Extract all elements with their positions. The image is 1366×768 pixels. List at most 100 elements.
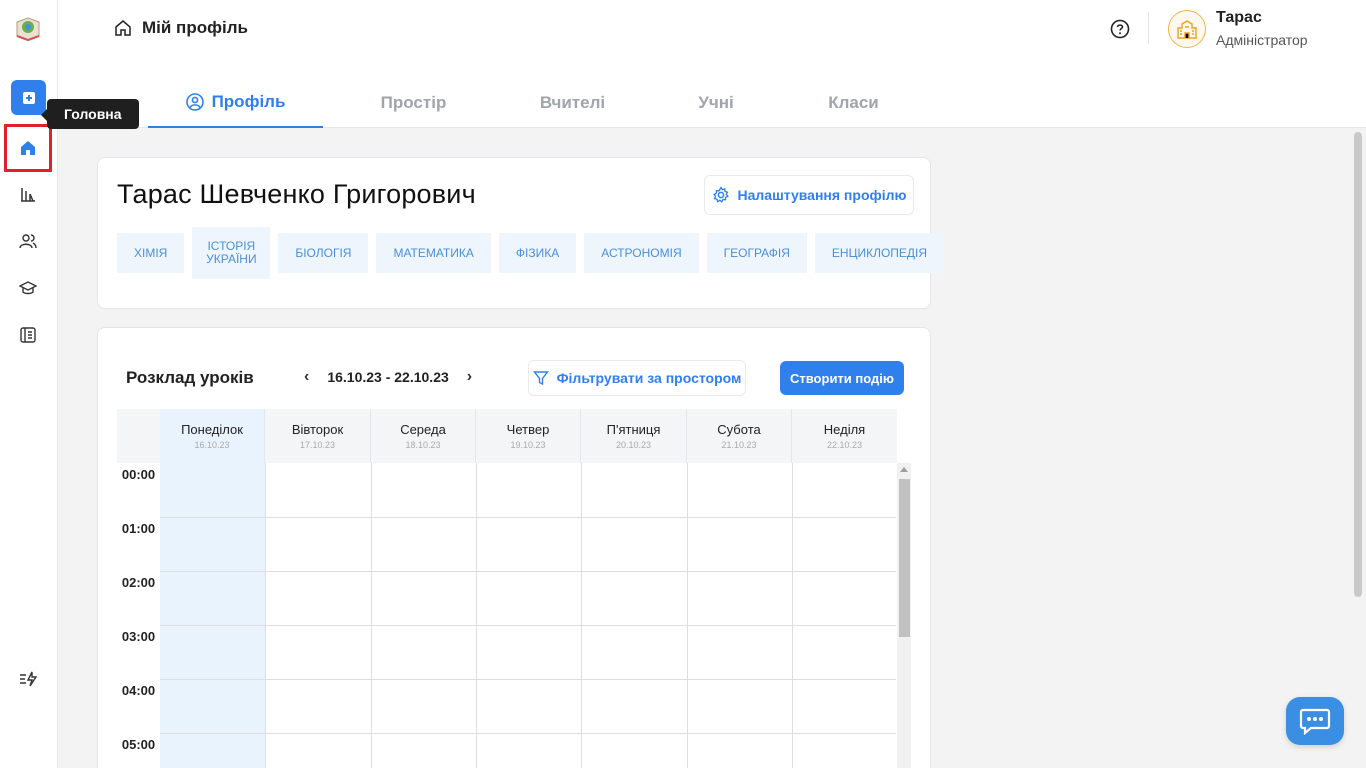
- day-date: 19.10.23: [510, 440, 546, 450]
- hour-label: 05:00: [121, 737, 156, 752]
- chat-button[interactable]: [1286, 697, 1344, 745]
- tab-students[interactable]: Учні: [641, 78, 791, 128]
- day-header: Четвер 19.10.23: [476, 409, 581, 463]
- grid-line: [160, 733, 896, 734]
- day-header: Субота 21.10.23: [687, 409, 792, 463]
- tabs: Профіль Простір Вчителі Учні Класи: [148, 78, 916, 128]
- sidebar-item-stats[interactable]: [14, 180, 42, 208]
- day-header: Середа 18.10.23: [371, 409, 476, 463]
- tab-profile-label: Профіль: [211, 92, 286, 111]
- subject-chip[interactable]: ЕНЦИКЛОПЕДІЯ: [814, 233, 945, 273]
- home-outline-icon[interactable]: [114, 19, 132, 37]
- profile-name: Тарас Шевченко Григорович: [117, 179, 476, 209]
- profile-card: Тарас Шевченко Григорович Налаштування п…: [97, 157, 945, 309]
- grid-line: [160, 571, 896, 572]
- sidebar-item-users[interactable]: [14, 227, 42, 255]
- day-date: 20.10.23: [615, 440, 652, 450]
- header: Мій профіль Тарас Адміністратор Профіль …: [58, 0, 1366, 128]
- chevron-right-icon[interactable]: ›: [467, 368, 472, 386]
- day-date: 22.10.23: [826, 440, 863, 450]
- subject-chip[interactable]: ГЕОГРАФІЯ: [706, 233, 807, 273]
- help-icon[interactable]: [1110, 19, 1130, 39]
- tab-classes-label: Класи: [828, 93, 879, 112]
- header-divider: [1148, 12, 1149, 44]
- grid-line: [792, 463, 793, 768]
- day-name: Неділя: [823, 422, 866, 437]
- schedule-title: Розклад уроків: [126, 368, 254, 387]
- tab-teachers-label: Вчителі: [539, 93, 606, 112]
- time-column-header: [117, 409, 160, 463]
- graduation-cap-icon: [19, 281, 37, 295]
- day-name: Субота: [717, 422, 761, 437]
- sidebar-item-journal[interactable]: [14, 321, 42, 349]
- day-name: Понеділок: [181, 422, 243, 437]
- school-logo-icon[interactable]: [14, 14, 42, 42]
- sidebar-item-classes[interactable]: [14, 274, 42, 302]
- grid-line: [265, 463, 266, 768]
- user-name[interactable]: Тарас: [1216, 9, 1262, 27]
- add-icon: [22, 91, 35, 104]
- user-circle-icon: [185, 93, 204, 111]
- tab-students-label: Учні: [698, 93, 734, 112]
- filter-icon: [532, 371, 549, 386]
- day-name: Четвер: [506, 422, 550, 437]
- users-icon: [19, 234, 37, 249]
- subject-chip[interactable]: ФІЗИКА: [498, 233, 577, 273]
- updates-icon: [20, 671, 37, 687]
- subject-chip[interactable]: АСТРОНОМІЯ: [584, 233, 699, 273]
- grid-line: [581, 463, 582, 768]
- breadcrumb: Мій профіль: [114, 18, 248, 38]
- subject-chip[interactable]: БІОЛОГІЯ: [278, 233, 369, 273]
- day-date: 21.10.23: [721, 440, 757, 450]
- day-name: Вівторок: [291, 422, 344, 437]
- day-name: Середа: [400, 422, 446, 437]
- sidebar-item-updates[interactable]: [14, 665, 42, 693]
- school-building-icon: [1177, 20, 1197, 39]
- grid-line: [687, 463, 688, 768]
- filter-label: Фільтрувати за простором: [556, 370, 742, 386]
- grid-line: [160, 625, 896, 626]
- subject-list: ХІМІЯ ІСТОРІЯ УКРАЇНИ БІОЛОГІЯ МАТЕМАТИК…: [117, 227, 945, 279]
- user-role: Адміністратор: [1216, 32, 1308, 48]
- tab-space-label: Простір: [380, 93, 447, 112]
- subject-chip[interactable]: ХІМІЯ: [117, 233, 185, 273]
- tab-classes[interactable]: Класи: [791, 78, 916, 128]
- gear-icon: [712, 186, 729, 203]
- today-column: [160, 463, 265, 768]
- chevron-left-icon[interactable]: ‹: [304, 368, 309, 386]
- day-header: Вівторок 17.10.23: [265, 409, 371, 463]
- hour-label: 00:00: [121, 467, 156, 482]
- day-header: П'ятниця 20.10.23: [581, 409, 687, 463]
- profile-settings-label: Налаштування профілю: [737, 187, 907, 203]
- day-name: П'ятниця: [606, 422, 661, 437]
- schedule-grid: Понеділок 16.10.23 Вівторок 17.10.23 Сер…: [117, 409, 913, 768]
- journal-icon: [20, 327, 36, 343]
- scroll-up-icon[interactable]: [900, 467, 908, 472]
- grid-line: [476, 463, 477, 768]
- sidebar-item-home[interactable]: [14, 134, 42, 162]
- create-event-button[interactable]: Створити подію: [780, 361, 904, 395]
- day-header: Неділя 22.10.23: [792, 409, 897, 463]
- day-date: 16.10.23: [194, 440, 230, 450]
- tab-teachers[interactable]: Вчителі: [504, 78, 641, 128]
- grid-line: [160, 679, 896, 680]
- home-icon: [21, 141, 35, 155]
- profile-settings-button[interactable]: Налаштування профілю: [704, 175, 914, 215]
- hour-label: 04:00: [121, 683, 156, 698]
- schedule-card: Розклад уроків ‹ 16.10.23 - 22.10.23 › Ф…: [97, 327, 931, 768]
- page-title: Мій профіль: [142, 18, 248, 37]
- scrollbar-thumb[interactable]: [899, 479, 910, 637]
- grid-line: [371, 463, 372, 768]
- subject-chip[interactable]: ІСТОРІЯ УКРАЇНИ: [192, 227, 271, 279]
- chat-icon: [1299, 708, 1331, 735]
- page-scrollbar[interactable]: [1354, 132, 1362, 597]
- subject-chip[interactable]: МАТЕМАТИКА: [376, 233, 491, 273]
- schedule-scrollbar[interactable]: [897, 463, 911, 768]
- tab-space[interactable]: Простір: [323, 78, 504, 128]
- avatar[interactable]: [1168, 10, 1206, 48]
- tab-profile[interactable]: Профіль: [148, 78, 323, 128]
- date-range-label: 16.10.23 - 22.10.23: [327, 369, 449, 385]
- hour-label: 03:00: [121, 629, 156, 644]
- filter-by-space-button[interactable]: Фільтрувати за простором: [528, 360, 746, 396]
- day-date: 18.10.23: [405, 440, 441, 450]
